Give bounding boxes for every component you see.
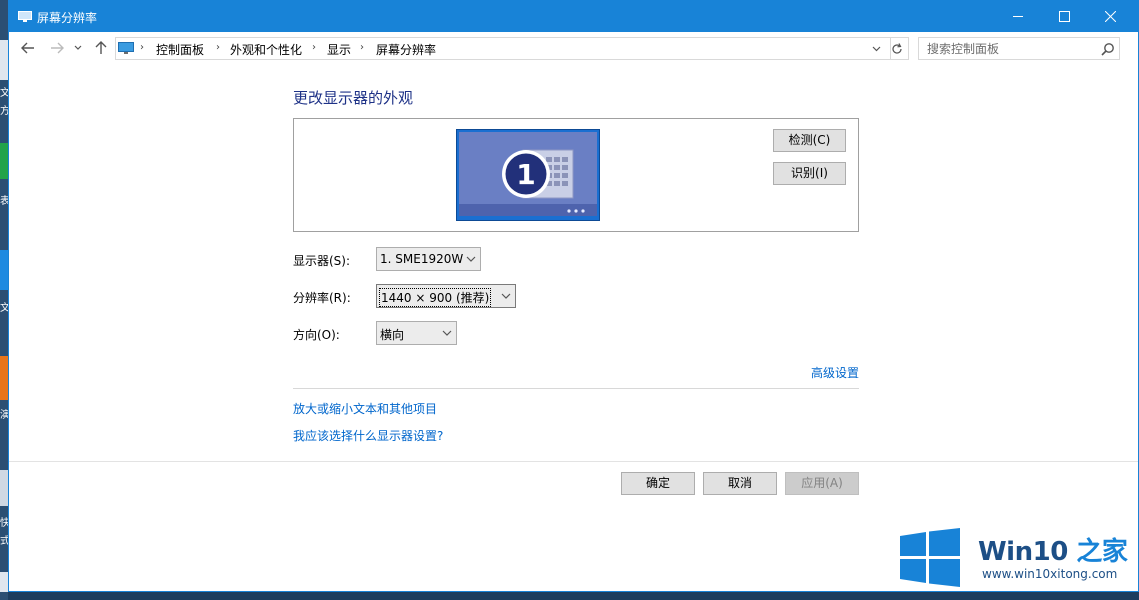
minimize-button[interactable] <box>995 1 1041 32</box>
back-button[interactable] <box>18 38 38 58</box>
arrow-right-icon <box>51 42 64 54</box>
breadcrumb-separator[interactable]: › <box>140 42 144 53</box>
monitor-icon <box>18 11 32 22</box>
display-select[interactable]: 1. SME1920W <box>376 247 481 271</box>
close-button[interactable] <box>1087 1 1133 32</box>
chevron-down-icon <box>74 45 82 50</box>
desktop-icon[interactable] <box>0 572 8 592</box>
screen-resolution-window: 屏幕分辨率 › 控制面板 › 外观和个性化 › 显示 › 屏幕分辨率 搜索控制面… <box>8 0 1139 592</box>
apply-button[interactable]: 应用(A) <box>785 472 859 495</box>
navigation-bar: › 控制面板 › 外观和个性化 › 显示 › 屏幕分辨率 <box>9 32 1138 64</box>
desktop-label: 方 <box>0 106 8 117</box>
display-select-value: 1. SME1920W <box>380 252 464 266</box>
search-icon[interactable] <box>1101 42 1115 56</box>
desktop-icon[interactable] <box>0 250 8 290</box>
desktop-label: 式 <box>0 536 8 547</box>
up-button[interactable] <box>91 38 111 58</box>
watermark-brand: Win10 之家 <box>978 531 1128 568</box>
refresh-icon <box>892 42 902 54</box>
title-bar[interactable]: 屏幕分辨率 <box>9 1 1138 32</box>
close-icon <box>1104 11 1116 22</box>
text-size-link[interactable]: 放大或缩小文本和其他项目 <box>293 400 437 417</box>
recent-locations-button[interactable] <box>71 38 85 58</box>
page-heading: 更改显示器的外观 <box>293 89 414 107</box>
identify-button[interactable]: 识别(I) <box>773 162 846 185</box>
arrow-left-icon <box>21 42 34 54</box>
resolution-label: 分辨率(R): <box>293 291 351 305</box>
arrow-up-icon <box>95 41 107 54</box>
cancel-button[interactable]: 取消 <box>703 472 777 495</box>
window-title: 屏幕分辨率 <box>37 11 98 25</box>
monitor-number: 1 <box>516 158 535 191</box>
search-input[interactable] <box>927 40 1092 57</box>
orientation-select[interactable]: 横向 <box>376 321 457 345</box>
advanced-settings-link[interactable]: 高级设置 <box>811 364 859 381</box>
resolution-select[interactable]: 1440 × 900 (推荐) <box>376 284 516 308</box>
watermark: Win10 之家 www.win10xitong.com <box>900 527 1139 593</box>
footer-divider <box>9 461 1138 462</box>
chevron-down-icon <box>501 293 511 299</box>
divider <box>293 388 859 389</box>
display-label: 显示器(S): <box>293 254 351 268</box>
address-bar[interactable]: › 控制面板 › 外观和个性化 › 显示 › 屏幕分辨率 <box>115 37 891 60</box>
maximize-button[interactable] <box>1041 1 1087 32</box>
display-preview-panel: 1 检测(C) 识别(I) <box>293 118 859 232</box>
desktop-label: 快 <box>0 518 8 529</box>
minimize-icon <box>1012 16 1023 17</box>
control-panel-icon <box>118 42 134 54</box>
ok-button[interactable]: 确定 <box>621 472 695 495</box>
maximize-icon <box>1058 11 1070 22</box>
desktop-label: 文 <box>0 303 8 314</box>
desktop-icon[interactable] <box>0 356 8 400</box>
chevron-down-icon <box>872 46 880 51</box>
monitor-1-preview[interactable]: 1 <box>456 129 600 221</box>
display-settings-help-link[interactable]: 我应该选择什么显示器设置? <box>293 427 443 444</box>
detect-button[interactable]: 检测(C) <box>773 129 846 152</box>
desktop-icon[interactable] <box>0 40 8 80</box>
breadcrumb-separator[interactable]: › <box>312 42 316 53</box>
chevron-down-icon <box>466 256 476 262</box>
address-dropdown-button[interactable] <box>868 40 884 57</box>
desktop-icon[interactable] <box>0 470 8 506</box>
desktop-edge: 文 方 表 文 演 快 式 <box>0 0 8 600</box>
breadcrumb-control-panel[interactable]: 控制面板 <box>156 41 204 58</box>
desktop-label: 文 <box>0 88 8 99</box>
refresh-button[interactable] <box>886 37 909 60</box>
orientation-select-value: 横向 <box>380 328 405 342</box>
desktop-label: 表 <box>0 196 8 207</box>
breadcrumb-display[interactable]: 显示 <box>327 41 351 58</box>
forward-button[interactable] <box>47 38 67 58</box>
breadcrumb-appearance[interactable]: 外观和个性化 <box>230 41 302 58</box>
orientation-label: 方向(O): <box>293 328 340 342</box>
watermark-brand-win10: Win10 <box>978 537 1068 567</box>
breadcrumb-separator[interactable]: › <box>360 42 364 53</box>
resolution-select-value: 1440 × 900 (推荐) <box>378 288 492 307</box>
chevron-down-icon <box>442 330 452 336</box>
breadcrumb-screen-resolution[interactable]: 屏幕分辨率 <box>376 41 436 58</box>
breadcrumb-separator[interactable]: › <box>216 42 220 53</box>
watermark-brand-home: 之家 <box>1067 537 1128 567</box>
desktop-icon[interactable] <box>0 143 8 179</box>
windows-logo-icon <box>900 528 960 587</box>
watermark-site: www.win10xitong.com <box>982 567 1118 581</box>
search-box[interactable] <box>918 37 1120 60</box>
desktop-label: 演 <box>0 410 8 421</box>
